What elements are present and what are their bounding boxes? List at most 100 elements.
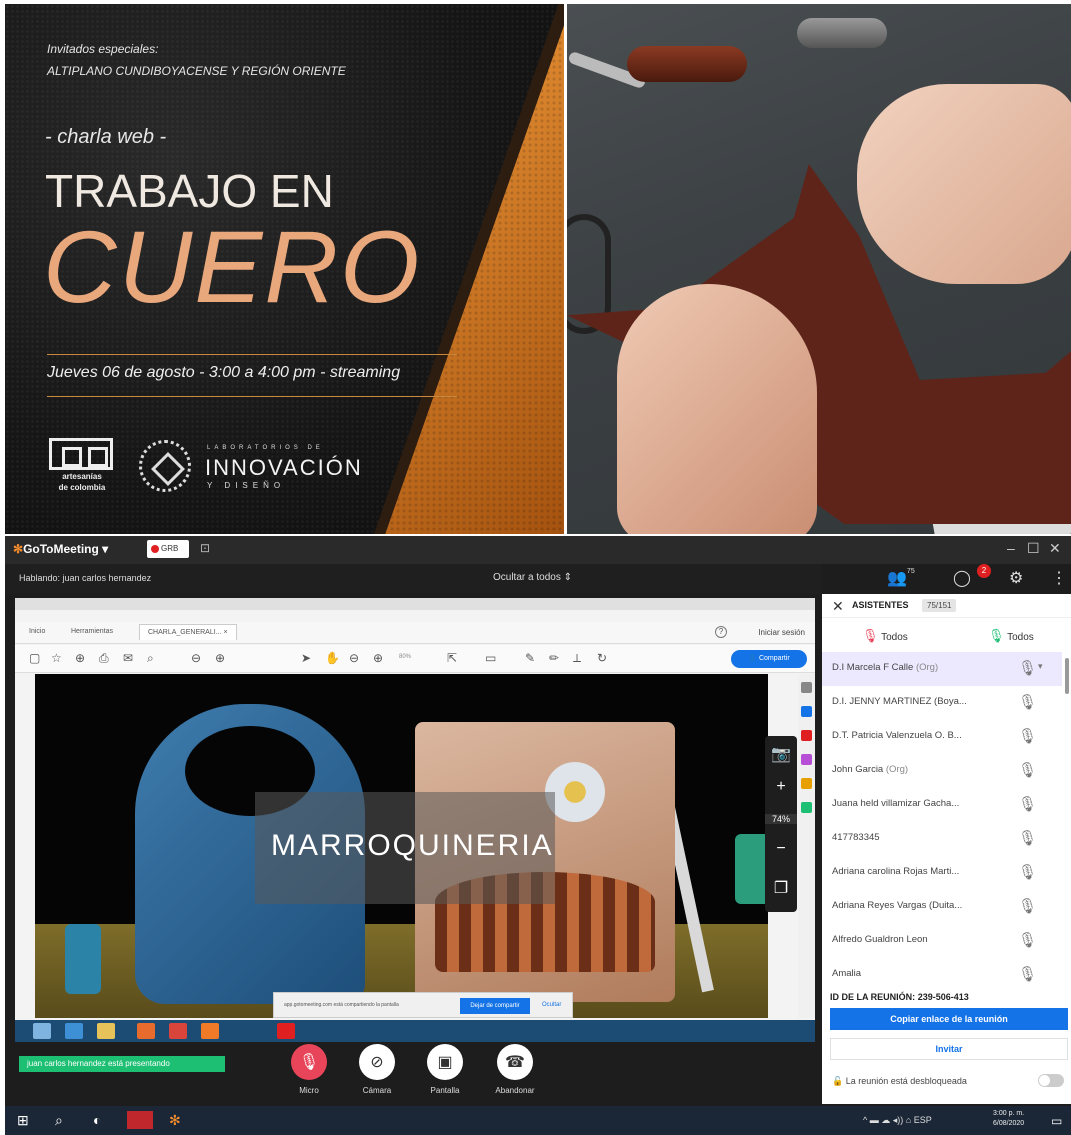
leave-control[interactable]: ☎ Abandonar <box>493 1044 537 1095</box>
screenshot-camera-icon[interactable]: 📷 <box>765 744 797 764</box>
screen-icon[interactable]: ▣ <box>427 1044 463 1080</box>
fit-screen-icon[interactable]: ❐ <box>765 878 797 898</box>
close-icon[interactable]: ✕ <box>1049 540 1061 557</box>
camera-off-icon[interactable]: ⊘ <box>359 1044 395 1080</box>
more-options-icon[interactable]: ⋮ <box>1051 568 1067 588</box>
attendee-name: Adriana Reyes Vargas (Duita... <box>832 900 963 911</box>
windows-start-icon[interactable]: ⊞ <box>17 1112 29 1129</box>
tool-handle <box>627 46 747 82</box>
rail-zoom-icon[interactable] <box>801 682 812 693</box>
attendee-row[interactable]: Amalia 🎙 <box>822 958 1062 992</box>
comment-icon[interactable]: ▭ <box>485 651 496 665</box>
attendee-row[interactable]: Juana held villamizar Gacha... 🎙 <box>822 788 1062 822</box>
attendee-row[interactable]: Alfredo Gualdron Leon 🎙 <box>822 924 1062 958</box>
print-icon[interactable]: ⎙ <box>99 651 109 666</box>
settings-gear-icon[interactable]: ⚙ <box>1009 568 1023 588</box>
mic-muted-icon[interactable]: 🎙 <box>1018 965 1037 983</box>
login-link[interactable]: Iniciar sesión <box>758 628 805 637</box>
lock-icon[interactable]: ⊡ <box>200 541 210 555</box>
mic-muted-icon[interactable]: 🎙 <box>1018 727 1037 745</box>
mic-muted-icon[interactable]: 🎙 <box>1018 795 1037 813</box>
rail-edit-icon[interactable] <box>801 754 812 765</box>
attendees-icon[interactable]: 👥75 <box>887 568 915 588</box>
mic-muted-icon[interactable]: 🎙 <box>1018 693 1037 711</box>
zoom-out-icon[interactable]: ⊖ <box>349 651 359 665</box>
zoom-out-button[interactable]: − <box>765 840 797 858</box>
upload-icon[interactable]: ⊕ <box>75 651 85 665</box>
maximize-icon[interactable]: ☐ <box>1027 540 1040 557</box>
star-icon[interactable]: ☆ <box>51 651 62 665</box>
attendee-row[interactable]: Adriana Reyes Vargas (Duita... 🎙 <box>822 890 1062 924</box>
mic-muted-icon[interactable]: 🎙 <box>1018 659 1037 677</box>
clock[interactable]: 3:00 p. m. 6/08/2020 <box>993 1109 1024 1129</box>
sign-icon[interactable]: ⟂ <box>573 651 581 666</box>
gotomeeting-taskbar-icon[interactable]: ✻ <box>169 1112 181 1129</box>
attendee-row[interactable]: 417783345 🎙 <box>822 822 1062 856</box>
mic-control[interactable]: 🎙 Micro <box>287 1044 331 1095</box>
stop-sharing-button[interactable]: Dejar de compartir <box>460 998 530 1014</box>
attendee-row[interactable]: D.I Marcela F Calle (Org) 🎙 ▾ <box>822 652 1062 686</box>
chevron-down-icon[interactable]: ▾ <box>1038 661 1043 672</box>
app-logo[interactable]: ✻GoToMeeting ▾ <box>13 542 108 556</box>
copy-link-button[interactable]: Copiar enlace de la reunión <box>830 1008 1068 1030</box>
zoom-in-icon[interactable]: ⊕ <box>373 651 383 665</box>
attendee-row[interactable]: John Garcia (Org) 🎙 <box>822 754 1062 788</box>
search-icon[interactable]: ⌕ <box>147 651 154 666</box>
attendee-row[interactable]: Adriana carolina Rojas Marti... 🎙 <box>822 856 1062 890</box>
unmute-all-button[interactable]: 🎙 Todos <box>988 628 1034 644</box>
redo-icon[interactable]: ↻ <box>597 651 607 665</box>
attendee-row[interactable]: D.I. JENNY MARTINEZ (Boya... 🎙 <box>822 686 1062 720</box>
fit-icon[interactable]: ⇱ <box>447 651 457 665</box>
search-icon[interactable]: ⌕ <box>55 1112 63 1129</box>
new-doc-icon[interactable]: ▢ <box>29 651 40 665</box>
mic-muted-icon[interactable]: 🎙 <box>1018 829 1037 847</box>
rail-organize-icon[interactable] <box>801 802 812 813</box>
mic-muted-icon[interactable]: 🎙 <box>291 1044 327 1080</box>
panel-header: ✕ ASISTENTES 75/151 <box>822 594 1071 618</box>
acrobat-taskbar-icon[interactable] <box>127 1111 153 1129</box>
hide-all-dropdown[interactable]: Ocultar a todos ⇕ <box>493 572 572 583</box>
attendee-row[interactable]: D.T. Patricia Valenzuela O. B... 🎙 <box>822 720 1062 754</box>
tray-icons[interactable]: ^ ▬ ☁ ◂)) ⌂ <box>863 1115 911 1125</box>
tab-document[interactable]: CHARLA_GENERALI... × <box>139 624 237 640</box>
chat-icon[interactable]: ◯ <box>953 568 971 588</box>
language-indicator[interactable]: ESP <box>914 1115 932 1125</box>
minimize-icon[interactable]: – <box>1007 540 1015 556</box>
tab-inicio[interactable]: Inicio <box>29 628 45 635</box>
cursor-icon[interactable]: ➤ <box>301 651 311 665</box>
edge-icon[interactable]: ◐ <box>93 1112 101 1128</box>
acrobat-share-button[interactable]: 👤 Compartir <box>731 650 807 668</box>
rail-export-icon[interactable] <box>801 706 812 717</box>
tab-herramientas[interactable]: Herramientas <box>71 628 113 635</box>
prev-page-icon[interactable]: ⊖ <box>191 651 201 665</box>
zoom-field[interactable]: 80% <box>399 654 411 660</box>
close-panel-icon[interactable]: ✕ <box>832 598 844 615</box>
rail-comment-icon[interactable] <box>801 778 812 789</box>
mail-icon[interactable]: ✉ <box>123 651 133 665</box>
annotate-icon[interactable]: ✎ <box>525 651 535 665</box>
hand-icon[interactable]: ✋ <box>325 651 340 665</box>
recording-button[interactable]: GRB <box>147 540 189 558</box>
lock-toggle[interactable] <box>1038 1074 1064 1087</box>
hide-notice-link[interactable]: Ocultar <box>542 1002 561 1008</box>
help-icon[interactable]: ? <box>715 626 727 638</box>
mute-all-button[interactable]: 🎙 Todos <box>862 628 908 644</box>
presenter-start-icon <box>33 1023 51 1039</box>
notifications-icon[interactable]: ▭ <box>1051 1114 1062 1128</box>
rail-pdf-icon[interactable] <box>801 730 812 741</box>
attendee-count-badge: 75/151 <box>922 599 957 612</box>
screen-control[interactable]: ▣ Pantalla <box>423 1044 467 1095</box>
presenter-chrome-icon <box>169 1023 187 1039</box>
invite-button[interactable]: Invitar <box>830 1038 1068 1060</box>
mic-muted-icon[interactable]: 🎙 <box>1018 931 1037 949</box>
zoom-in-button[interactable]: + <box>765 778 797 796</box>
camera-control[interactable]: ⊘ Cámara <box>355 1044 399 1095</box>
acrobat-title-bar <box>15 598 815 610</box>
panel-scrollbar[interactable] <box>1065 658 1069 694</box>
next-page-icon[interactable]: ⊕ <box>215 651 225 665</box>
mic-muted-icon[interactable]: 🎙 <box>1018 761 1037 779</box>
mic-muted-icon[interactable]: 🎙 <box>1018 897 1037 915</box>
mic-muted-icon[interactable]: 🎙 <box>1018 863 1037 881</box>
draw-icon[interactable]: ✏ <box>549 651 559 665</box>
phone-hangup-icon[interactable]: ☎ <box>497 1044 533 1080</box>
